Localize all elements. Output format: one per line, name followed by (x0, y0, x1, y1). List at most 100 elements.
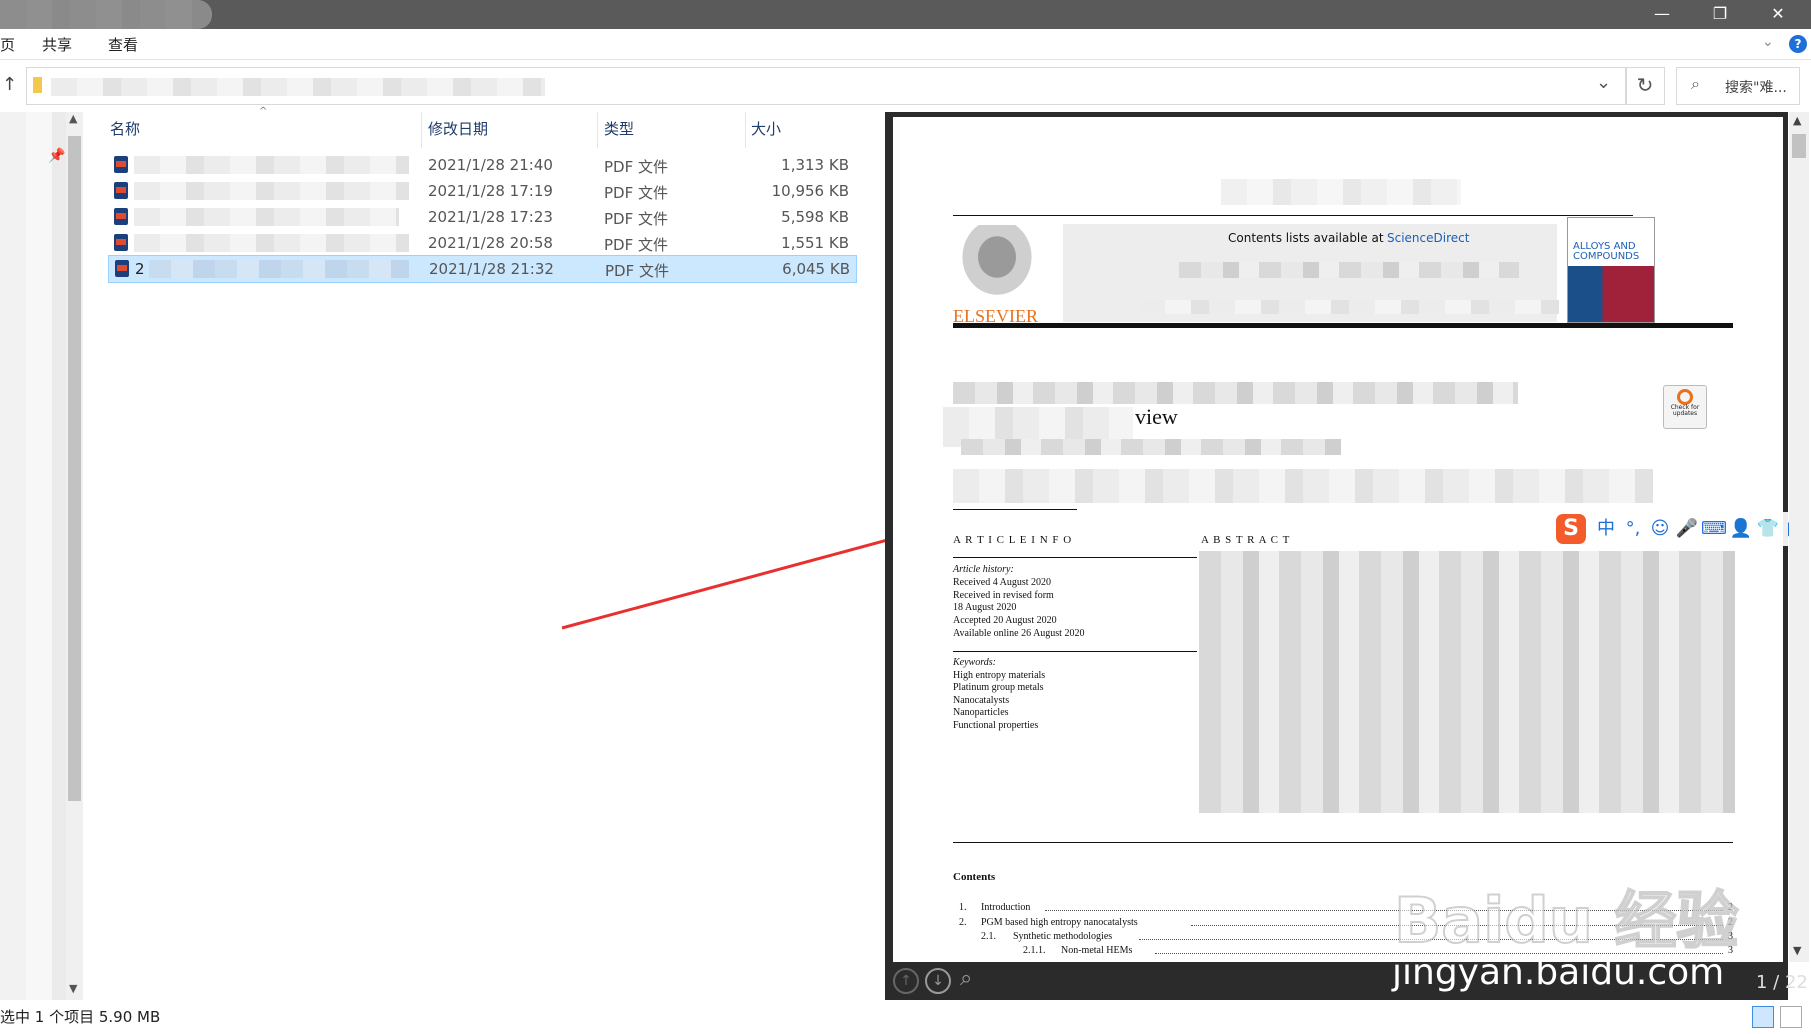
contents-heading: Contents (953, 871, 996, 883)
nav-scrollbar-thumb[interactable] (68, 136, 81, 801)
toc-number: 1. (959, 902, 967, 913)
toc-title: Synthetic methodologies (1013, 931, 1113, 942)
keywords-label: Keywords: (953, 657, 996, 668)
toc-title: Non-metal HEMs (1061, 945, 1133, 956)
column-header-modified[interactable]: 修改日期 (428, 118, 488, 139)
journal-header-box: Contents lists available at ScienceDirec… (1063, 224, 1559, 322)
up-arrow-icon[interactable]: ↑ (2, 74, 17, 95)
find-in-page-icon[interactable]: ⌕ (960, 966, 972, 991)
address-dropdown-icon[interactable]: ⌄ (1596, 72, 1611, 93)
file-modified: 2021/1/28 21:32 (429, 260, 554, 278)
keyword-item: Functional properties (953, 719, 1039, 731)
thick-header-rule (953, 323, 1733, 328)
scroll-down-icon[interactable]: ▼ (69, 982, 77, 995)
pdf-file-icon (114, 156, 128, 173)
file-row-selected[interactable]: 2 2021/1/28 21:32 PDF 文件 6,045 KB (108, 255, 857, 283)
toc-title: Introduction (981, 902, 1031, 913)
scroll-up-icon[interactable]: ▲ (1793, 114, 1801, 127)
blurred-journal-ref (1221, 179, 1461, 205)
status-bar: 选中 1 个项目 5.90 MB (0, 1000, 1811, 1034)
column-header-name[interactable]: 名称 (110, 118, 140, 139)
history-item: 18 August 2020 (953, 602, 1017, 614)
refresh-button[interactable]: ↻ (1625, 67, 1665, 105)
blurred-abstract (1199, 551, 1735, 813)
ime-chinese-mode[interactable]: 中 (1593, 516, 1619, 542)
user-icon[interactable]: 👤 (1728, 516, 1754, 542)
column-divider[interactable] (745, 112, 746, 148)
watermark-url: jingyan.baidu.com (1392, 952, 1725, 993)
ribbon-expand-icon[interactable]: ⌄ (1762, 34, 1774, 50)
scroll-up-icon[interactable]: ▲ (69, 112, 77, 125)
selection-status: 选中 1 个项目 5.90 MB (0, 1008, 161, 1026)
file-row[interactable]: 2021/1/28 17:19 PDF 文件 10,956 KB (108, 178, 855, 204)
search-icon: ⌕ (1691, 74, 1700, 93)
column-divider[interactable] (597, 112, 598, 148)
tab-share[interactable]: 共享 (42, 34, 72, 55)
ribbon (0, 29, 1811, 60)
details-view-icon[interactable] (1752, 1006, 1774, 1028)
journal-cover-art (1568, 266, 1654, 322)
skin-icon[interactable]: 👕 (1755, 516, 1781, 542)
file-row[interactable]: 2021/1/28 17:23 PDF 文件 5,598 KB (108, 204, 855, 230)
sciencedirect-link[interactable]: ScienceDirect (1387, 231, 1469, 245)
contents-rule (953, 842, 1733, 843)
history-item: Accepted 20 August 2020 (953, 615, 1057, 627)
elsevier-tree-logo (953, 225, 1041, 305)
toc-number: 2. (959, 917, 967, 928)
pin-icon[interactable]: 📌 (48, 148, 65, 164)
blurred-affiliations (953, 469, 1653, 503)
file-modified: 2021/1/28 17:19 (428, 182, 553, 200)
file-name-prefix: 2 (135, 260, 145, 278)
file-size: 10,956 KB (771, 182, 849, 200)
history-item: Received in revised form (953, 589, 1054, 601)
previous-page-icon[interactable]: ↑ (893, 968, 919, 994)
keywords-list: High entropy materials Platinum group me… (953, 670, 1045, 732)
check-updates-icon (1677, 389, 1693, 405)
column-divider[interactable] (421, 112, 422, 148)
keyboard-icon[interactable]: ⌨ (1701, 516, 1727, 542)
keyword-item: Platinum group metals (953, 682, 1044, 694)
history-list: Received 4 August 2020 Received in revis… (953, 577, 1084, 641)
toc-number: 2.1.1. (1023, 945, 1046, 956)
blurred-title (0, 0, 212, 29)
journal-cover-title: ALLOYS AND COMPOUNDS (1573, 241, 1640, 262)
search-box[interactable]: ⌕ 搜索"难... (1676, 67, 1800, 105)
next-page-icon[interactable]: ↓ (925, 968, 951, 994)
file-modified: 2021/1/28 20:58 (428, 234, 553, 252)
search-input[interactable]: 搜索"难... (1725, 77, 1787, 97)
navigation-pane[interactable] (0, 112, 70, 1002)
large-icons-view-icon[interactable] (1780, 1006, 1802, 1028)
tab-home[interactable]: 页 (0, 34, 15, 55)
file-modified: 2021/1/28 21:40 (428, 156, 553, 174)
tab-view[interactable]: 查看 (108, 34, 138, 55)
microphone-icon[interactable]: 🎤 (1674, 516, 1700, 542)
folder-icon (33, 77, 42, 93)
address-bar[interactable]: ⌄ (26, 67, 1627, 105)
pdf-file-icon (114, 182, 128, 199)
scroll-down-icon[interactable]: ▼ (1793, 944, 1801, 957)
column-header-size[interactable]: 大小 (751, 118, 781, 139)
history-label: Article history: (953, 564, 1014, 575)
baidu-watermark: Baidu 经验 (1393, 883, 1739, 958)
ime-punctuation[interactable]: °, (1620, 516, 1646, 542)
toc-number: 2.1. (981, 931, 996, 942)
sogou-logo-icon[interactable]: S (1556, 514, 1586, 544)
blurred-article-title (953, 382, 1518, 404)
preview-scrollbar-thumb[interactable] (1792, 134, 1806, 158)
sort-caret-icon: ^ (259, 106, 268, 117)
check-updates-label: Check for updates (1670, 404, 1700, 417)
preview-scrollbar[interactable]: ▲ ▼ (1789, 112, 1809, 962)
emoji-icon[interactable]: ☺ (1647, 516, 1673, 542)
restore-button[interactable]: ❐ (1691, 0, 1749, 29)
minimize-button[interactable]: — (1633, 0, 1691, 29)
short-rule (953, 509, 1077, 510)
file-row[interactable]: 2021/1/28 20:58 PDF 文件 1,551 KB (108, 230, 855, 256)
close-button[interactable]: ✕ (1749, 0, 1807, 29)
column-header-type[interactable]: 类型 (604, 118, 634, 139)
nav-scrollbar[interactable]: ▲ ▼ (66, 112, 83, 1000)
check-for-updates-badge[interactable]: Check for updates (1663, 385, 1707, 429)
file-row[interactable]: 2021/1/28 21:40 PDF 文件 1,313 KB (108, 152, 855, 178)
help-icon[interactable]: ? (1789, 35, 1807, 53)
file-size: 1,313 KB (781, 156, 849, 174)
page-indicator: 1 / 22 (1756, 972, 1808, 993)
